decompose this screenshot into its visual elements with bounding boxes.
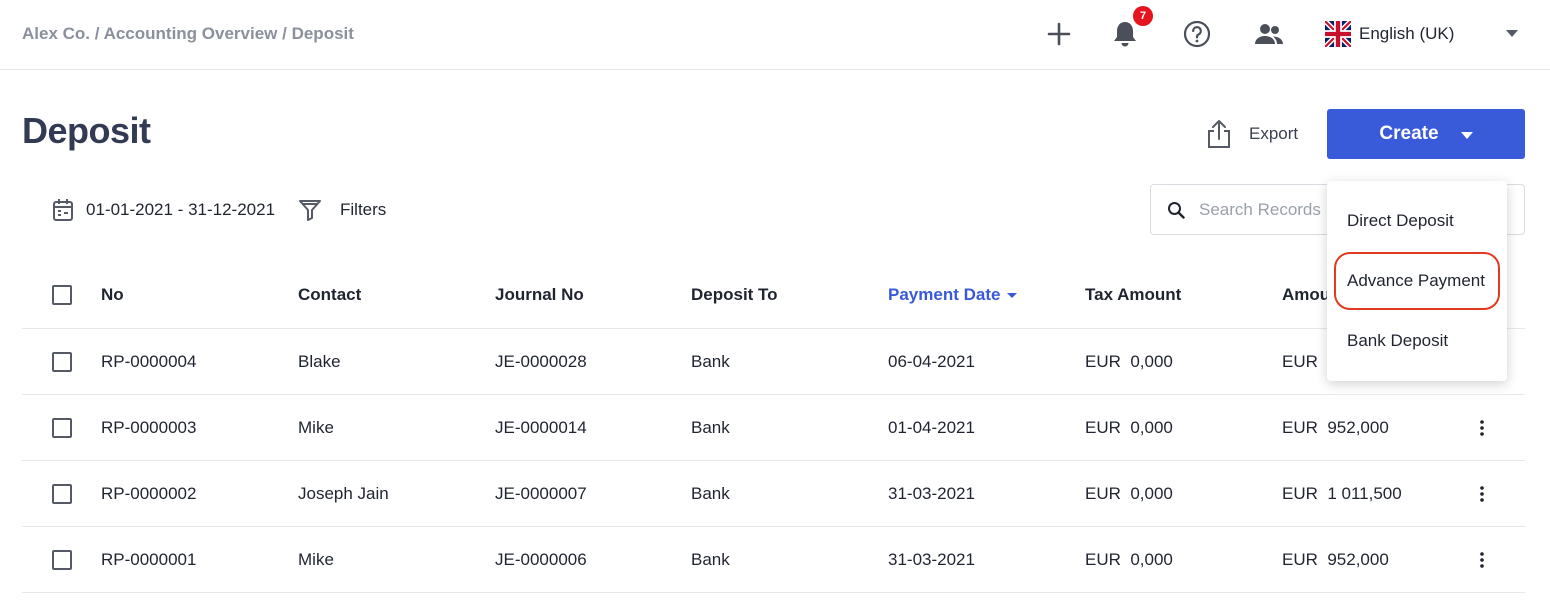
column-header-payment-date-label: Payment Date bbox=[888, 285, 1001, 304]
menu-item-advance-payment[interactable]: Advance Payment bbox=[1347, 271, 1485, 291]
filters-button[interactable]: Filters bbox=[298, 198, 386, 222]
cell-journal-no: JE-0000006 bbox=[495, 549, 587, 569]
cell-journal-no: JE-0000007 bbox=[495, 483, 587, 503]
row-menu-icon[interactable] bbox=[1472, 527, 1492, 592]
column-header-journal-no[interactable]: Journal No bbox=[495, 262, 584, 328]
cell-no: RP-0000004 bbox=[101, 351, 197, 371]
row-checkbox[interactable] bbox=[52, 483, 72, 504]
row-checkbox[interactable] bbox=[52, 351, 72, 372]
plus-icon[interactable] bbox=[1042, 17, 1076, 51]
help-icon[interactable] bbox=[1180, 17, 1214, 51]
cell-contact: Mike bbox=[298, 549, 334, 569]
cell-tax-amount: EUR 0,000 bbox=[1085, 549, 1173, 569]
date-range-label: 01-01-2021 - 31-12-2021 bbox=[86, 200, 276, 219]
caret-down-icon bbox=[1460, 131, 1473, 139]
select-all-checkbox[interactable] bbox=[52, 285, 72, 305]
cell-contact: Mike bbox=[298, 417, 334, 437]
table-header: No Contact Journal No Deposit To Payment… bbox=[22, 262, 1525, 329]
cell-amount: EUR 1 011,500 bbox=[1282, 483, 1402, 503]
notification-badge: 7 bbox=[1133, 6, 1153, 26]
column-header-no[interactable]: No bbox=[101, 262, 124, 328]
date-range-picker[interactable]: 01-01-2021 - 31-12-2021 bbox=[52, 198, 275, 222]
sort-desc-icon bbox=[1007, 292, 1018, 298]
share-upload-icon bbox=[1208, 120, 1230, 148]
cell-payment-date: 01-04-2021 bbox=[888, 417, 975, 437]
export-button[interactable]: Export bbox=[1205, 114, 1298, 154]
table-row[interactable]: RP-0000003 Mike JE-0000014 Bank 01-04-20… bbox=[22, 395, 1525, 461]
column-header-contact[interactable]: Contact bbox=[298, 262, 361, 328]
chevron-down-icon[interactable] bbox=[1506, 30, 1518, 37]
export-label: Export bbox=[1249, 124, 1299, 143]
cell-no: RP-0000003 bbox=[101, 417, 197, 437]
breadcrumb-current: Deposit bbox=[291, 24, 354, 43]
table-row[interactable]: RP-0000001 Mike JE-0000006 Bank 31-03-20… bbox=[22, 527, 1525, 593]
create-label: Create bbox=[1379, 123, 1439, 144]
cell-tax-amount: EUR 0,000 bbox=[1085, 417, 1173, 437]
table-row[interactable]: RP-0000002 Joseph Jain JE-0000007 Bank 3… bbox=[22, 461, 1525, 527]
create-button[interactable]: Create bbox=[1327, 109, 1525, 159]
cell-tax-amount: EUR 0,000 bbox=[1085, 483, 1173, 503]
users-icon[interactable] bbox=[1252, 17, 1286, 51]
cell-payment-date: 31-03-2021 bbox=[888, 549, 975, 569]
cell-no: RP-0000001 bbox=[101, 549, 197, 569]
column-header-deposit-to[interactable]: Deposit To bbox=[691, 262, 778, 328]
calendar-icon bbox=[53, 199, 73, 221]
breadcrumb-separator: / bbox=[90, 24, 104, 43]
deposit-table: No Contact Journal No Deposit To Payment… bbox=[22, 262, 1525, 593]
cell-amount: EUR 952,000 bbox=[1282, 549, 1389, 569]
menu-item-direct-deposit[interactable]: Direct Deposit bbox=[1347, 211, 1454, 231]
cell-no: RP-0000002 bbox=[101, 483, 197, 503]
search-icon bbox=[1168, 201, 1185, 219]
funnel-icon bbox=[299, 200, 321, 221]
cell-deposit-to: Bank bbox=[691, 549, 730, 569]
cell-tax-amount: EUR 0,000 bbox=[1085, 351, 1173, 371]
breadcrumb-separator: / bbox=[277, 24, 292, 43]
column-header-payment-date[interactable]: Payment Date bbox=[888, 262, 1018, 328]
column-header-tax-amount[interactable]: Tax Amount bbox=[1085, 262, 1181, 328]
row-menu-icon[interactable] bbox=[1472, 461, 1492, 526]
cell-deposit-to: Bank bbox=[691, 351, 730, 371]
language-label: English (UK) bbox=[1359, 24, 1455, 43]
table-row[interactable]: RP-0000004 Blake JE-0000028 Bank 06-04-2… bbox=[22, 329, 1525, 395]
create-dropdown-menu: Direct Deposit Advance Payment Bank Depo… bbox=[1327, 181, 1507, 381]
row-checkbox[interactable] bbox=[52, 549, 72, 570]
cell-deposit-to: Bank bbox=[691, 483, 730, 503]
row-checkbox[interactable] bbox=[52, 417, 72, 438]
cell-contact: Blake bbox=[298, 351, 341, 371]
cell-payment-date: 31-03-2021 bbox=[888, 483, 975, 503]
breadcrumb-section[interactable]: Accounting Overview bbox=[104, 24, 278, 43]
top-bar: Alex Co. / Accounting Overview / Deposit… bbox=[0, 0, 1550, 70]
breadcrumb-company[interactable]: Alex Co. bbox=[22, 24, 90, 43]
page-title: Deposit bbox=[22, 110, 151, 151]
cell-journal-no: JE-0000014 bbox=[495, 417, 587, 437]
cell-deposit-to: Bank bbox=[691, 417, 730, 437]
language-selector[interactable]: English (UK) bbox=[1325, 21, 1454, 47]
cell-amount: EUR 952,000 bbox=[1282, 417, 1389, 437]
filters-label: Filters bbox=[340, 200, 387, 219]
menu-item-bank-deposit[interactable]: Bank Deposit bbox=[1347, 331, 1448, 351]
breadcrumb: Alex Co. / Accounting Overview / Deposit bbox=[22, 24, 354, 44]
row-menu-icon[interactable] bbox=[1472, 395, 1492, 460]
cell-journal-no: JE-0000028 bbox=[495, 351, 587, 371]
uk-flag-icon bbox=[1325, 21, 1351, 47]
cell-payment-date: 06-04-2021 bbox=[888, 351, 975, 371]
cell-contact: Joseph Jain bbox=[298, 483, 389, 503]
